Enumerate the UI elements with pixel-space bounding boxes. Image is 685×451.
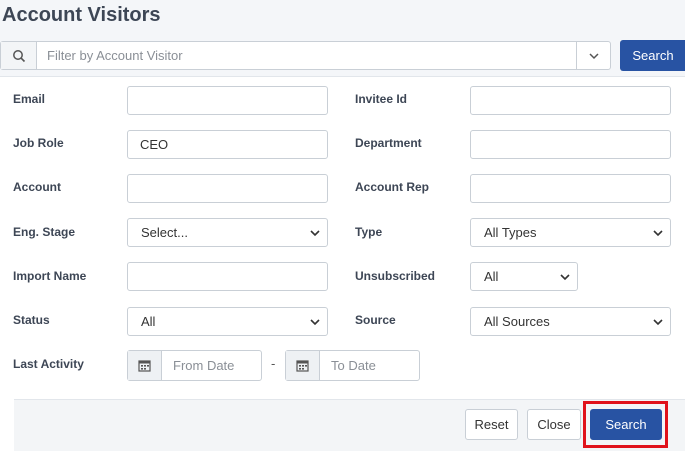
chevron-down-icon bbox=[653, 318, 663, 325]
page-title: Account Visitors bbox=[2, 4, 161, 26]
import-name-label: Import Name bbox=[13, 269, 87, 283]
chevron-down-icon bbox=[588, 52, 599, 59]
eng-stage-value: Select... bbox=[141, 225, 188, 240]
chevron-down-icon bbox=[560, 273, 570, 280]
last-activity-label: Last Activity bbox=[13, 357, 84, 371]
status-label: Status bbox=[13, 313, 50, 327]
department-field[interactable] bbox=[470, 130, 671, 159]
reset-button[interactable]: Reset bbox=[465, 409, 518, 440]
source-value: All Sources bbox=[484, 314, 550, 329]
import-name-field[interactable] bbox=[127, 262, 328, 291]
calendar-icon[interactable] bbox=[286, 351, 320, 380]
to-date-placeholder: To Date bbox=[331, 358, 376, 373]
close-button[interactable]: Close bbox=[527, 409, 581, 440]
type-value: All Types bbox=[484, 225, 537, 240]
type-select[interactable]: All Types bbox=[470, 218, 671, 247]
from-date-field[interactable]: From Date bbox=[127, 350, 262, 381]
from-date-placeholder: From Date bbox=[173, 358, 235, 373]
account-visitors-page: Account Visitors Search Email Job Role C… bbox=[0, 0, 685, 451]
status-select[interactable]: All bbox=[127, 307, 328, 336]
date-range-separator: - bbox=[271, 356, 276, 371]
department-label: Department bbox=[355, 136, 422, 150]
unsubscribed-label: Unsubscribed bbox=[355, 269, 436, 283]
eng-stage-select[interactable]: Select... bbox=[127, 218, 328, 247]
job-role-label: Job Role bbox=[13, 136, 64, 150]
email-label: Email bbox=[13, 92, 46, 106]
invitee-id-label: Invitee Id bbox=[355, 92, 408, 106]
calendar-icon[interactable] bbox=[128, 351, 162, 380]
search-icon bbox=[1, 42, 37, 69]
filter-input[interactable] bbox=[37, 42, 576, 69]
source-label: Source bbox=[355, 313, 396, 327]
search-highlight-box bbox=[583, 401, 668, 448]
filter-dropdown-toggle[interactable] bbox=[576, 42, 610, 69]
to-date-field[interactable]: To Date bbox=[285, 350, 420, 381]
eng-stage-label: Eng. Stage bbox=[13, 225, 76, 239]
chevron-down-icon bbox=[310, 229, 320, 236]
status-value: All bbox=[141, 314, 156, 329]
account-label: Account bbox=[13, 180, 61, 194]
unsubscribed-value: All bbox=[484, 269, 499, 284]
account-rep-label: Account Rep bbox=[355, 180, 430, 194]
email-field[interactable] bbox=[127, 86, 328, 115]
invitee-id-field[interactable] bbox=[470, 86, 671, 115]
account-rep-field[interactable] bbox=[470, 174, 671, 203]
chevron-down-icon bbox=[653, 229, 663, 236]
type-label: Type bbox=[355, 225, 383, 239]
filter-search-button[interactable]: Search bbox=[620, 40, 685, 71]
unsubscribed-select[interactable]: All bbox=[470, 262, 578, 291]
chevron-down-icon bbox=[310, 318, 320, 325]
job-role-field[interactable]: CEO bbox=[127, 130, 328, 159]
account-field[interactable] bbox=[127, 174, 328, 203]
filter-bar bbox=[0, 41, 611, 70]
source-select[interactable]: All Sources bbox=[470, 307, 671, 336]
